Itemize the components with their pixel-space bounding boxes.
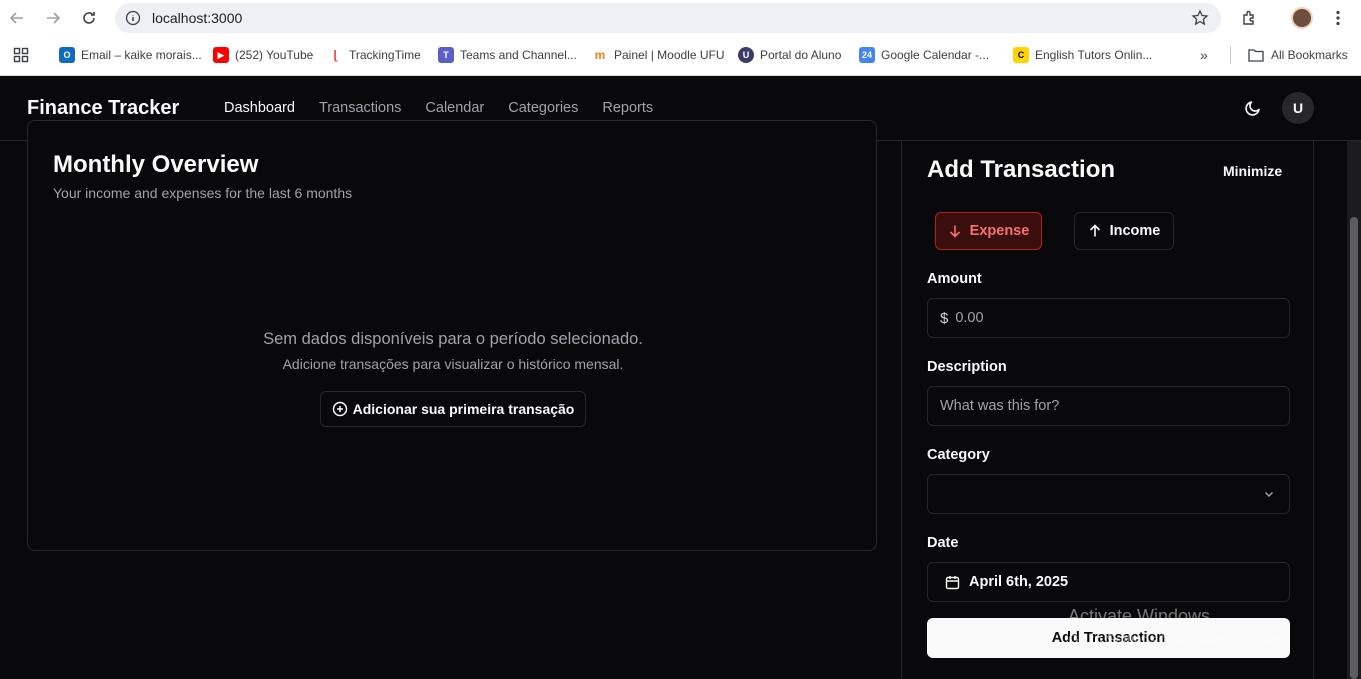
nav-categories[interactable]: Categories [508,100,578,116]
add-transaction-panel: Add Transaction Minimize Expense Income … [901,141,1314,679]
overview-title: Monthly Overview [53,151,259,178]
extensions-icon[interactable] [1238,6,1262,30]
add-first-transaction-button[interactable]: Adicionar sua primeira transação [320,391,586,427]
bookmarks-separator [1230,46,1231,64]
amount-placeholder: 0.00 [955,310,984,326]
profile-avatar-icon[interactable] [1290,6,1314,30]
apps-grid-icon[interactable] [13,46,29,64]
trackingtime-icon: ɭ [327,47,343,63]
url-text: localhost:3000 [152,10,243,26]
bookmark-label: Google Calendar -... [881,48,990,62]
reload-icon[interactable] [77,6,101,30]
bookmarks-bar: O Email – kaike morais... ▶ (252) YouTub… [0,40,1361,70]
arrow-down-icon [948,224,962,238]
income-label: Income [1109,223,1161,239]
browser-chrome: localhost:3000 O Email – kaike morais...… [0,0,1361,76]
more-bookmarks-chevron-icon[interactable]: » [1200,46,1208,64]
bookmark-portal-aluno[interactable]: U Portal do Aluno [738,46,841,64]
bookmark-moodle[interactable]: m Painel | Moodle UFU [592,46,725,64]
bookmark-label: Portal do Aluno [760,48,842,62]
youtube-icon: ▶ [213,47,229,63]
empty-state-subtitle: Adicione transações para visualizar o hi… [282,356,624,372]
moon-icon[interactable] [1241,96,1265,120]
bookmark-label: Painel | Moodle UFU [614,48,725,62]
empty-state-title: Sem dados disponíveis para o período sel… [263,330,643,348]
add-transaction-title: Add Transaction [927,156,1116,183]
expense-toggle-button[interactable]: Expense [935,212,1042,250]
nav-dashboard[interactable]: Dashboard [224,100,295,116]
description-input[interactable]: What was this for? [927,386,1290,426]
windows-activation-watermark-title: Activate Windows [1068,606,1211,626]
amount-label: Amount [927,271,982,287]
bookmark-star-icon[interactable] [1191,9,1209,32]
all-bookmarks-label: All Bookmarks [1271,48,1348,62]
bookmark-label: English Tutors Onlin... [1035,48,1153,62]
back-icon[interactable] [5,6,29,30]
bookmark-label: TrackingTime [349,48,421,62]
page-scrollbar[interactable] [1347,141,1361,679]
add-first-transaction-label: Adicionar sua primeira transação [352,401,575,417]
bookmark-trackingtime[interactable]: ɭ TrackingTime [327,46,421,64]
plus-circle-icon [332,401,348,417]
expense-label: Expense [969,223,1030,239]
nav-reports[interactable]: Reports [602,100,653,116]
user-avatar[interactable]: U [1282,92,1314,124]
minimize-button[interactable]: Minimize [1223,163,1282,179]
scrollbar-thumb[interactable] [1350,217,1358,679]
browser-toolbar: localhost:3000 [0,0,1361,36]
folder-icon [1248,48,1264,62]
address-bar[interactable]: localhost:3000 [115,3,1221,33]
windows-activation-watermark-text: Go to Settings to activate Windows. [1068,631,1289,647]
arrow-up-icon [1088,224,1102,238]
google-calendar-icon: 24 [859,47,875,63]
nav-transactions[interactable]: Transactions [319,100,401,116]
bookmark-google-calendar[interactable]: 24 Google Calendar -... [859,46,989,64]
bookmark-youtube[interactable]: ▶ (252) YouTube [213,46,313,64]
nav-calendar[interactable]: Calendar [425,100,484,116]
more-menu-icon[interactable] [1326,6,1350,30]
forward-icon[interactable] [41,6,65,30]
description-label: Description [927,359,1007,375]
cambly-icon: C [1013,47,1029,63]
site-info-icon[interactable] [125,10,141,26]
date-label: Date [927,535,959,551]
brand-logo[interactable]: Finance Tracker [27,97,179,120]
bookmark-label: Teams and Channel... [460,48,577,62]
outlook-icon: O [59,47,75,63]
all-bookmarks[interactable]: All Bookmarks [1248,46,1348,64]
bookmark-outlook[interactable]: O Email – kaike morais... [59,46,202,64]
bookmark-label: Email – kaike morais... [81,48,202,62]
moodle-icon: m [592,47,608,63]
date-picker-button[interactable]: April 6th, 2025 [927,562,1290,602]
currency-symbol: $ [940,309,949,327]
amount-input[interactable]: $ 0.00 [927,298,1290,338]
overview-subtitle: Your income and expenses for the last 6 … [53,185,353,201]
income-toggle-button[interactable]: Income [1074,212,1174,250]
description-placeholder: What was this for? [940,398,1060,414]
bookmark-label: (252) YouTube [235,48,314,62]
category-label: Category [927,447,990,463]
chevron-down-icon [1263,488,1275,500]
teams-icon: T [438,47,454,63]
main-nav: Dashboard Transactions Calendar Categori… [224,100,653,116]
bookmark-teams[interactable]: T Teams and Channel... [438,46,577,64]
bookmark-cambly[interactable]: C English Tutors Onlin... [1013,46,1152,64]
date-value: April 6th, 2025 [969,574,1069,590]
calendar-icon [945,575,960,590]
ufu-icon: U [738,47,754,63]
monthly-overview-card: Monthly Overview Your income and expense… [27,120,877,551]
category-select[interactable] [927,474,1290,514]
